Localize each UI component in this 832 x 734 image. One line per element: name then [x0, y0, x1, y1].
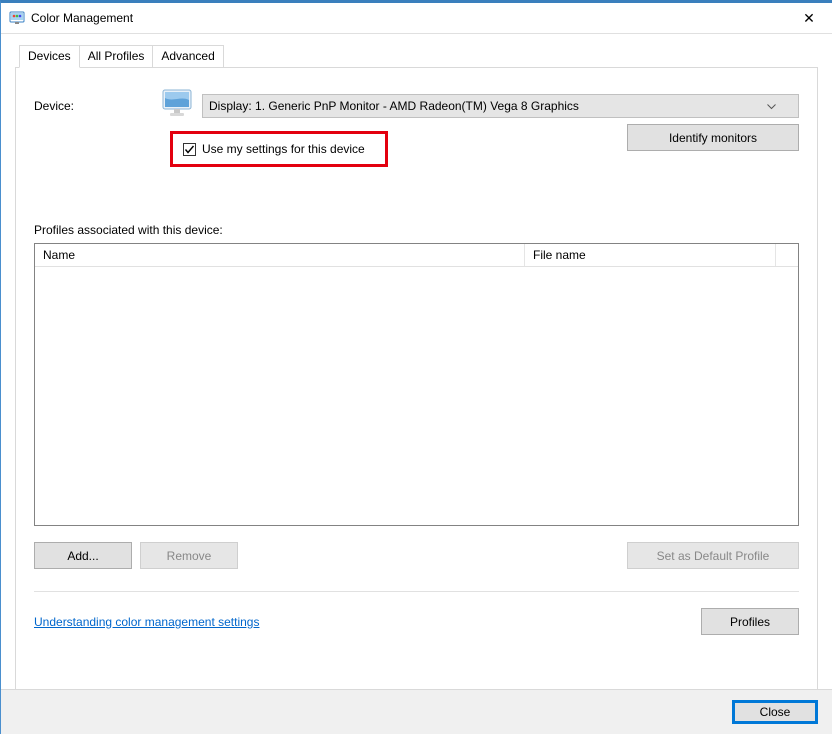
bottom-row: Understanding color management settings …: [34, 608, 799, 635]
check-icon: [184, 144, 195, 155]
chevron-down-icon: [767, 99, 776, 113]
tab-panel: Device: Display: 1. Generic PnP Monitor …: [15, 67, 818, 707]
tab-all-profiles[interactable]: All Profiles: [79, 45, 154, 68]
window-title: Color Management: [31, 11, 786, 25]
use-my-settings-checkbox[interactable]: [183, 143, 196, 156]
dialog-footer: Close: [1, 689, 832, 734]
close-button[interactable]: Close: [732, 700, 818, 724]
column-header-filename[interactable]: File name: [525, 244, 776, 266]
remove-button: Remove: [140, 542, 238, 569]
listview-header: Name File name: [35, 244, 798, 267]
profile-buttons-row: Add... Remove Set as Default Profile: [34, 542, 799, 569]
device-label: Device:: [34, 99, 154, 113]
close-icon: ✕: [803, 11, 815, 25]
divider: [34, 591, 799, 592]
profiles-section-label: Profiles associated with this device:: [34, 223, 799, 237]
add-button[interactable]: Add...: [34, 542, 132, 569]
content-area: Devices All Profiles Advanced Device: Di…: [1, 34, 832, 707]
set-default-button: Set as Default Profile: [627, 542, 799, 569]
monitor-icon: [160, 88, 196, 123]
app-icon: [9, 10, 25, 26]
tab-strip: Devices All Profiles Advanced: [19, 45, 818, 68]
window-close-button[interactable]: ✕: [786, 3, 832, 34]
titlebar: Color Management ✕: [1, 3, 832, 34]
device-selected-text: Display: 1. Generic PnP Monitor - AMD Ra…: [209, 99, 579, 113]
profiles-listview[interactable]: Name File name: [34, 243, 799, 526]
device-dropdown[interactable]: Display: 1. Generic PnP Monitor - AMD Ra…: [202, 94, 799, 118]
highlight-annotation: Use my settings for this device: [170, 131, 388, 167]
tab-advanced[interactable]: Advanced: [152, 45, 223, 68]
tab-devices[interactable]: Devices: [19, 45, 80, 68]
column-header-spacer: [776, 244, 798, 266]
identify-monitors-button[interactable]: Identify monitors: [627, 124, 799, 151]
device-row: Device: Display: 1. Generic PnP Monitor …: [34, 88, 799, 123]
column-header-name[interactable]: Name: [35, 244, 525, 266]
use-my-settings-label: Use my settings for this device: [202, 142, 365, 156]
understanding-link[interactable]: Understanding color management settings: [34, 615, 259, 629]
profiles-button[interactable]: Profiles: [701, 608, 799, 635]
